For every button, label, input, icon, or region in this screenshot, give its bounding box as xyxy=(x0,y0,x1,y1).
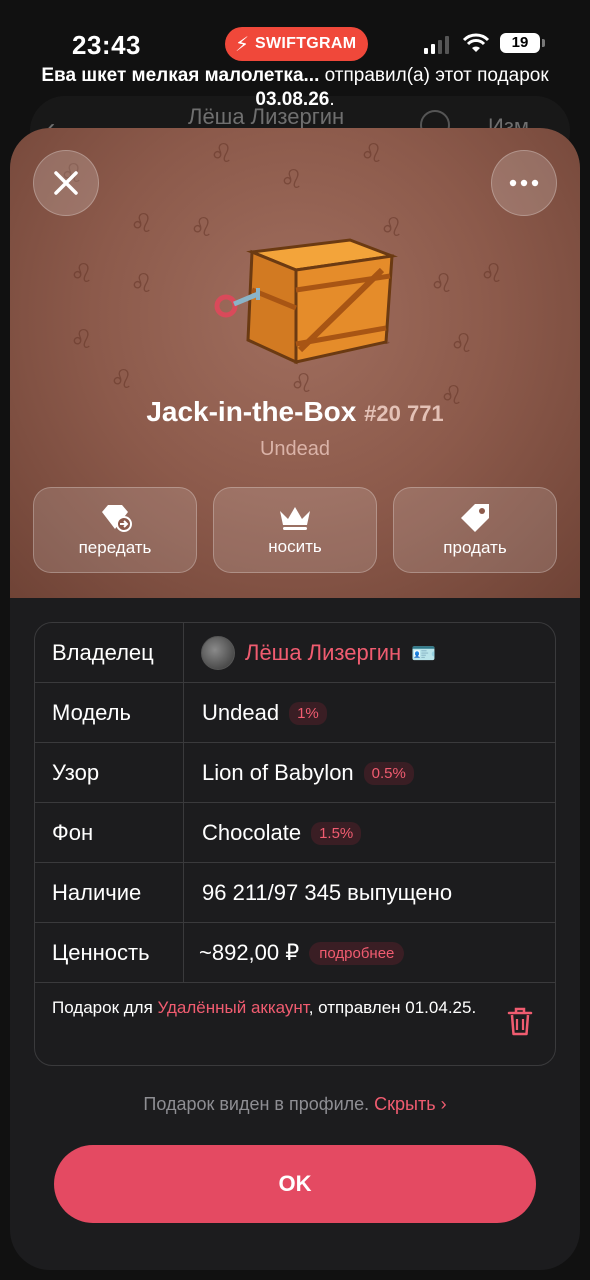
more-icon xyxy=(509,179,539,187)
model-value: Undead 1% xyxy=(202,683,327,743)
sell-label: продать xyxy=(443,538,507,557)
transfer-label: передать xyxy=(78,538,152,557)
gift-hero: ♌ ♌ ♌ ♌ ♌ ♌ ♌ ♌ ♌ ♌ ♌ ♌ ♌ ♌ ♌ ♌ ♌ xyxy=(10,128,580,598)
backdrop-value: Chocolate 1.5% xyxy=(202,803,362,863)
sender-name: Ева шкет мелкая малолетка... xyxy=(41,65,320,86)
close-button[interactable] xyxy=(33,150,99,216)
transfer-button[interactable]: передать xyxy=(33,487,197,573)
model-rarity-badge: 1% xyxy=(289,701,327,725)
table-row-value: Ценность ~892,00 ₽ подробнее xyxy=(35,923,555,983)
lion-pattern-icon: ♌ xyxy=(210,138,234,168)
status-bar: 23:43 ⚡ SWIFTGRAM 19 xyxy=(0,22,590,66)
more-button[interactable] xyxy=(491,150,557,216)
lion-pattern-icon: ♌ xyxy=(130,268,154,298)
trash-icon[interactable] xyxy=(507,1007,533,1037)
notice-date: 03.08.26 xyxy=(255,89,330,110)
sticker-icon: 🪪 xyxy=(411,642,437,665)
gift-sender-notice: Ева шкет мелкая малолетка... отправил(а)… xyxy=(40,64,550,112)
availability-value: 96 211/97 345 выпущено xyxy=(202,863,452,923)
value-label: Ценность xyxy=(52,940,150,965)
gift-note: Подарок для Удалённый аккаунт, отправлен… xyxy=(52,997,492,1019)
battery-indicator: 19 xyxy=(500,33,540,53)
lion-pattern-icon: ♌ xyxy=(280,164,304,194)
gift-sheet: ♌ ♌ ♌ ♌ ♌ ♌ ♌ ♌ ♌ ♌ ♌ ♌ ♌ ♌ ♌ ♌ ♌ xyxy=(10,128,580,1270)
backdrop-label: Фон xyxy=(52,820,94,845)
price-tag-icon xyxy=(461,504,489,532)
lion-pattern-icon: ♌ xyxy=(70,258,94,288)
cellular-signal-icon xyxy=(424,36,449,54)
lion-pattern-icon: ♌ xyxy=(430,268,454,298)
visibility-text: Подарок виден в профиле. xyxy=(143,1094,375,1114)
bolt-icon: ⚡ xyxy=(235,33,250,56)
lion-pattern-icon: ♌ xyxy=(360,138,384,168)
avatar xyxy=(201,636,235,670)
wear-button[interactable]: носить xyxy=(213,487,377,573)
backdrop-name: Chocolate xyxy=(202,820,302,845)
table-row-backdrop: Фон Chocolate 1.5% xyxy=(35,803,555,863)
crown-icon xyxy=(280,507,310,530)
wear-label: носить xyxy=(268,537,322,556)
lion-pattern-icon: ♌ xyxy=(70,324,94,354)
owner-name[interactable]: Лёша Лизергин xyxy=(245,640,401,666)
action-buttons: передать носить продать xyxy=(33,487,557,573)
pattern-value: Lion of Babylon 0.5% xyxy=(202,743,414,803)
value-amount: ~892,00 ₽ xyxy=(199,940,300,965)
close-icon xyxy=(54,171,78,195)
owner-value[interactable]: Лёша Лизергин 🪪 xyxy=(201,623,436,683)
value-value: ~892,00 ₽ подробнее xyxy=(199,923,405,983)
hide-link[interactable]: Скрыть › xyxy=(374,1094,446,1114)
gift-subtitle: Undead xyxy=(259,438,331,460)
availability-text: 96 211/97 345 выпущено xyxy=(202,880,453,905)
pattern-name: Lion of Babylon xyxy=(202,760,354,785)
gift-number: #20 771 xyxy=(364,401,444,426)
backdrop-rarity-badge: 1.5% xyxy=(311,821,362,845)
wifi-icon xyxy=(462,33,490,52)
table-row-pattern: Узор Lion of Babylon 0.5% xyxy=(35,743,555,803)
transfer-gem-icon xyxy=(102,505,132,532)
availability-label: Наличие xyxy=(52,880,142,905)
sell-button[interactable]: продать xyxy=(393,487,557,573)
lion-pattern-icon: ♌ xyxy=(290,368,314,398)
pattern-label: Узор xyxy=(52,760,100,785)
profile-visibility-note: Подарок виден в профиле. Скрыть › xyxy=(10,1094,580,1115)
ok-button[interactable]: OK xyxy=(54,1145,536,1223)
value-details-button[interactable]: подробнее xyxy=(309,941,405,965)
lion-pattern-icon: ♌ xyxy=(130,208,154,238)
note-prefix: Подарок для xyxy=(52,998,158,1017)
battery-nub xyxy=(542,39,545,47)
table-row-availability: Наличие 96 211/97 345 выпущено xyxy=(35,863,555,923)
model-label: Модель xyxy=(52,700,131,725)
gift-details-table: Владелец Лёша Лизергин 🪪 Модель Undead 1… xyxy=(34,622,556,1066)
lion-pattern-icon: ♌ xyxy=(110,364,134,394)
recipient-link[interactable]: Удалённый аккаунт xyxy=(158,998,309,1017)
gift-box-icon xyxy=(214,238,398,365)
gift-title: Jack-in-the-Box #20 771 xyxy=(10,396,580,428)
note-suffix: , отправлен 01.04.25. xyxy=(308,998,477,1017)
app-badge-label: SWIFTGRAM xyxy=(255,35,357,52)
clock: 23:43 xyxy=(72,30,141,60)
model-name: Undead xyxy=(202,700,280,725)
notice-text: отправил(а) этот подарок xyxy=(319,65,549,86)
table-row-model: Модель Undead 1% xyxy=(35,683,555,743)
app-badge: ⚡ SWIFTGRAM xyxy=(225,27,369,61)
pattern-rarity-badge: 0.5% xyxy=(363,761,414,785)
lion-pattern-icon: ♌ xyxy=(480,258,504,288)
owner-label: Владелец xyxy=(52,640,154,665)
gift-name: Jack-in-the-Box xyxy=(146,396,357,427)
lion-pattern-icon: ♌ xyxy=(450,328,474,358)
table-row-owner: Владелец Лёша Лизергин 🪪 xyxy=(35,623,555,683)
notice-end: . xyxy=(329,89,335,110)
